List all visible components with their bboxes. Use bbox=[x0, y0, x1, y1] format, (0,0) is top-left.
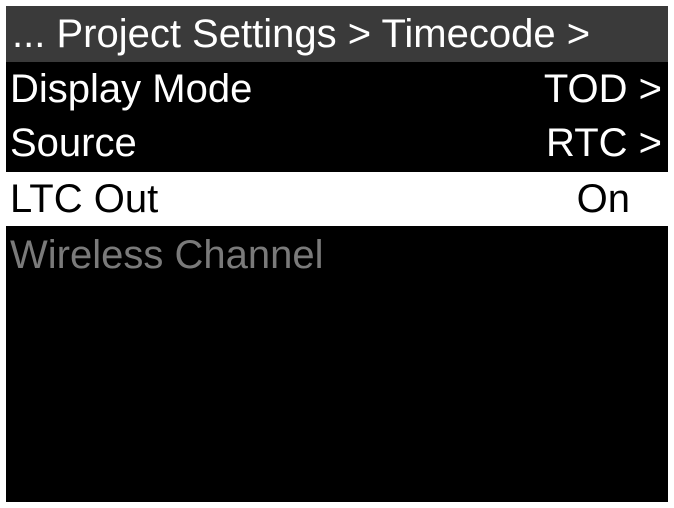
menu-item-wireless-channel: Wireless Channel bbox=[6, 228, 668, 282]
menu-item-ltc-out[interactable]: LTC Out On bbox=[6, 172, 668, 226]
camera-menu-screen: ... Project Settings > Timecode > Displa… bbox=[6, 6, 668, 502]
menu-item-value: RTC > bbox=[546, 120, 662, 165]
breadcrumb: ... Project Settings > Timecode > bbox=[6, 6, 668, 62]
timecode-menu: Display Mode TOD > Source RTC > LTC Out … bbox=[6, 62, 668, 282]
menu-item-source[interactable]: Source RTC > bbox=[6, 116, 668, 170]
menu-item-display-mode[interactable]: Display Mode TOD > bbox=[6, 62, 668, 116]
menu-item-value: TOD > bbox=[543, 66, 662, 111]
menu-item-label: LTC Out bbox=[10, 176, 159, 221]
menu-item-value: On bbox=[576, 176, 630, 221]
menu-item-label: Display Mode bbox=[10, 66, 253, 111]
menu-item-label: Wireless Channel bbox=[10, 232, 324, 277]
menu-item-label: Source bbox=[10, 120, 137, 165]
